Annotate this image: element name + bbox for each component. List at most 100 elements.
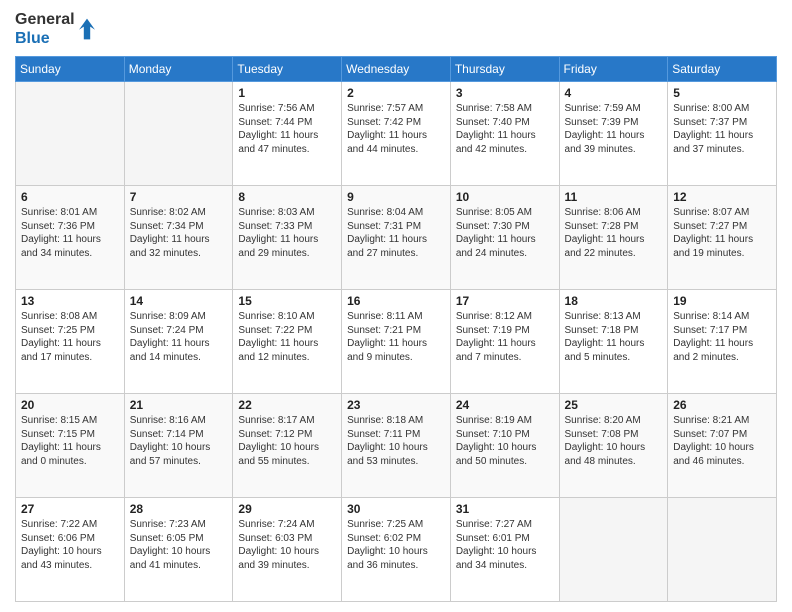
calendar-cell: 17 Sunrise: 8:12 AM Sunset: 7:19 PM Dayli… xyxy=(450,290,559,394)
day-detail: Sunrise: 8:08 AM Sunset: 7:25 PM Dayligh… xyxy=(21,310,119,364)
calendar-cell xyxy=(16,82,125,186)
day-number: 27 xyxy=(21,502,119,516)
day-number: 19 xyxy=(673,294,771,308)
day-number: 5 xyxy=(673,86,771,100)
day-number: 2 xyxy=(347,86,445,100)
calendar-cell: 12Sunrise: 8:07 AM Sunset: 7:27 PM Dayli… xyxy=(668,186,777,290)
weekday-header: Wednesday xyxy=(342,57,451,82)
day-number: 17 xyxy=(456,294,554,308)
header: General Blue xyxy=(15,10,777,48)
weekday-header: Monday xyxy=(124,57,233,82)
day-detail: Sunrise: 8:20 AM Sunset: 7:08 PM Dayligh… xyxy=(565,414,663,468)
calendar-cell: 5 Sunrise: 8:00 AM Sunset: 7:37 PM Daylig… xyxy=(668,82,777,186)
calendar-cell: 7 Sunrise: 8:02 AM Sunset: 7:34 PM Daylig… xyxy=(124,186,233,290)
day-detail: Sunrise: 7:22 AM Sunset: 6:06 PM Dayligh… xyxy=(21,518,119,572)
calendar-week-row: 20 Sunrise: 8:15 AM Sunset: 7:15 PM Dayli… xyxy=(16,394,777,498)
calendar-cell: 13 Sunrise: 8:08 AM Sunset: 7:25 PM Dayli… xyxy=(16,290,125,394)
day-number: 7 xyxy=(130,190,228,204)
calendar-cell: 20 Sunrise: 8:15 AM Sunset: 7:15 PM Dayli… xyxy=(16,394,125,498)
weekday-header: Friday xyxy=(559,57,668,82)
calendar-cell: 29Sunrise: 7:24 AM Sunset: 6:03 PM Dayli… xyxy=(233,498,342,602)
day-number: 3 xyxy=(456,86,554,100)
day-number: 26 xyxy=(673,398,771,412)
weekday-header: Tuesday xyxy=(233,57,342,82)
day-detail: Sunrise: 8:01 AM Sunset: 7:36 PM Dayligh… xyxy=(21,206,119,260)
weekday-header: Thursday xyxy=(450,57,559,82)
day-detail: Sunrise: 8:09 AM Sunset: 7:24 PM Dayligh… xyxy=(130,310,228,364)
day-detail: Sunrise: 8:13 AM Sunset: 7:18 PM Dayligh… xyxy=(565,310,663,364)
day-number: 14 xyxy=(130,294,228,308)
day-number: 11 xyxy=(565,190,663,204)
calendar-cell: 31 Sunrise: 7:27 AM Sunset: 6:01 PM Dayli… xyxy=(450,498,559,602)
day-detail: Sunrise: 7:25 AM Sunset: 6:02 PM Dayligh… xyxy=(347,518,445,572)
calendar-week-row: 13 Sunrise: 8:08 AM Sunset: 7:25 PM Dayli… xyxy=(16,290,777,394)
day-number: 20 xyxy=(21,398,119,412)
day-number: 10 xyxy=(456,190,554,204)
day-detail: Sunrise: 8:06 AM Sunset: 7:28 PM Dayligh… xyxy=(565,206,663,260)
logo-arrow-icon xyxy=(77,17,97,41)
day-number: 8 xyxy=(238,190,336,204)
calendar-cell: 26 Sunrise: 8:21 AM Sunset: 7:07 PM Dayli… xyxy=(668,394,777,498)
day-detail: Sunrise: 7:56 AM Sunset: 7:44 PM Dayligh… xyxy=(238,102,336,156)
calendar-cell: 9 Sunrise: 8:04 AM Sunset: 7:31 PM Daylig… xyxy=(342,186,451,290)
day-number: 30 xyxy=(347,502,445,516)
calendar-cell: 23Sunrise: 8:18 AM Sunset: 7:11 PM Dayli… xyxy=(342,394,451,498)
day-detail: Sunrise: 8:03 AM Sunset: 7:33 PM Dayligh… xyxy=(238,206,336,260)
calendar-cell: 6 Sunrise: 8:01 AM Sunset: 7:36 PM Daylig… xyxy=(16,186,125,290)
calendar-cell: 15 Sunrise: 8:10 AM Sunset: 7:22 PM Dayli… xyxy=(233,290,342,394)
calendar-cell: 21 Sunrise: 8:16 AM Sunset: 7:14 PM Dayli… xyxy=(124,394,233,498)
logo-container: General Blue xyxy=(15,10,97,48)
calendar-cell: 18 Sunrise: 8:13 AM Sunset: 7:18 PM Dayli… xyxy=(559,290,668,394)
day-detail: Sunrise: 7:27 AM Sunset: 6:01 PM Dayligh… xyxy=(456,518,554,572)
logo: General Blue xyxy=(15,10,97,48)
day-number: 15 xyxy=(238,294,336,308)
day-number: 4 xyxy=(565,86,663,100)
calendar-cell: 10Sunrise: 8:05 AM Sunset: 7:30 PM Dayli… xyxy=(450,186,559,290)
calendar-cell: 1 Sunrise: 7:56 AM Sunset: 7:44 PM Daylig… xyxy=(233,82,342,186)
day-detail: Sunrise: 7:23 AM Sunset: 6:05 PM Dayligh… xyxy=(130,518,228,572)
calendar-cell xyxy=(668,498,777,602)
logo-text-block: General Blue xyxy=(15,10,75,48)
day-detail: Sunrise: 8:10 AM Sunset: 7:22 PM Dayligh… xyxy=(238,310,336,364)
day-detail: Sunrise: 8:17 AM Sunset: 7:12 PM Dayligh… xyxy=(238,414,336,468)
calendar-cell xyxy=(124,82,233,186)
day-detail: Sunrise: 8:00 AM Sunset: 7:37 PM Dayligh… xyxy=(673,102,771,156)
day-detail: Sunrise: 7:58 AM Sunset: 7:40 PM Dayligh… xyxy=(456,102,554,156)
day-number: 28 xyxy=(130,502,228,516)
calendar-cell xyxy=(559,498,668,602)
day-detail: Sunrise: 8:11 AM Sunset: 7:21 PM Dayligh… xyxy=(347,310,445,364)
day-number: 21 xyxy=(130,398,228,412)
day-number: 23 xyxy=(347,398,445,412)
day-number: 29 xyxy=(238,502,336,516)
weekday-header: Sunday xyxy=(16,57,125,82)
day-detail: Sunrise: 8:15 AM Sunset: 7:15 PM Dayligh… xyxy=(21,414,119,468)
calendar-week-row: 1 Sunrise: 7:56 AM Sunset: 7:44 PM Daylig… xyxy=(16,82,777,186)
page: General Blue SundayMondayTuesdayWednesda… xyxy=(0,0,792,612)
day-number: 18 xyxy=(565,294,663,308)
weekday-header: Saturday xyxy=(668,57,777,82)
day-detail: Sunrise: 8:16 AM Sunset: 7:14 PM Dayligh… xyxy=(130,414,228,468)
logo-general: General xyxy=(15,10,75,29)
day-number: 1 xyxy=(238,86,336,100)
calendar-cell: 14 Sunrise: 8:09 AM Sunset: 7:24 PM Dayli… xyxy=(124,290,233,394)
calendar-week-row: 6 Sunrise: 8:01 AM Sunset: 7:36 PM Daylig… xyxy=(16,186,777,290)
calendar-cell: 4Sunrise: 7:59 AM Sunset: 7:39 PM Daylig… xyxy=(559,82,668,186)
day-detail: Sunrise: 8:04 AM Sunset: 7:31 PM Dayligh… xyxy=(347,206,445,260)
calendar-cell: 27 Sunrise: 7:22 AM Sunset: 6:06 PM Dayli… xyxy=(16,498,125,602)
day-number: 6 xyxy=(21,190,119,204)
logo-blue: Blue xyxy=(15,29,75,48)
day-detail: Sunrise: 8:12 AM Sunset: 7:19 PM Dayligh… xyxy=(456,310,554,364)
calendar-cell: 30 Sunrise: 7:25 AM Sunset: 6:02 PM Dayli… xyxy=(342,498,451,602)
calendar-cell: 8 Sunrise: 8:03 AM Sunset: 7:33 PM Daylig… xyxy=(233,186,342,290)
day-number: 9 xyxy=(347,190,445,204)
calendar-cell: 22Sunrise: 8:17 AM Sunset: 7:12 PM Dayli… xyxy=(233,394,342,498)
calendar-table: SundayMondayTuesdayWednesdayThursdayFrid… xyxy=(15,56,777,602)
weekday-header-row: SundayMondayTuesdayWednesdayThursdayFrid… xyxy=(16,57,777,82)
calendar-cell: 16Sunrise: 8:11 AM Sunset: 7:21 PM Dayli… xyxy=(342,290,451,394)
day-detail: Sunrise: 8:14 AM Sunset: 7:17 PM Dayligh… xyxy=(673,310,771,364)
day-number: 13 xyxy=(21,294,119,308)
calendar-cell: 3 Sunrise: 7:58 AM Sunset: 7:40 PM Daylig… xyxy=(450,82,559,186)
day-number: 31 xyxy=(456,502,554,516)
day-detail: Sunrise: 8:02 AM Sunset: 7:34 PM Dayligh… xyxy=(130,206,228,260)
day-detail: Sunrise: 8:21 AM Sunset: 7:07 PM Dayligh… xyxy=(673,414,771,468)
